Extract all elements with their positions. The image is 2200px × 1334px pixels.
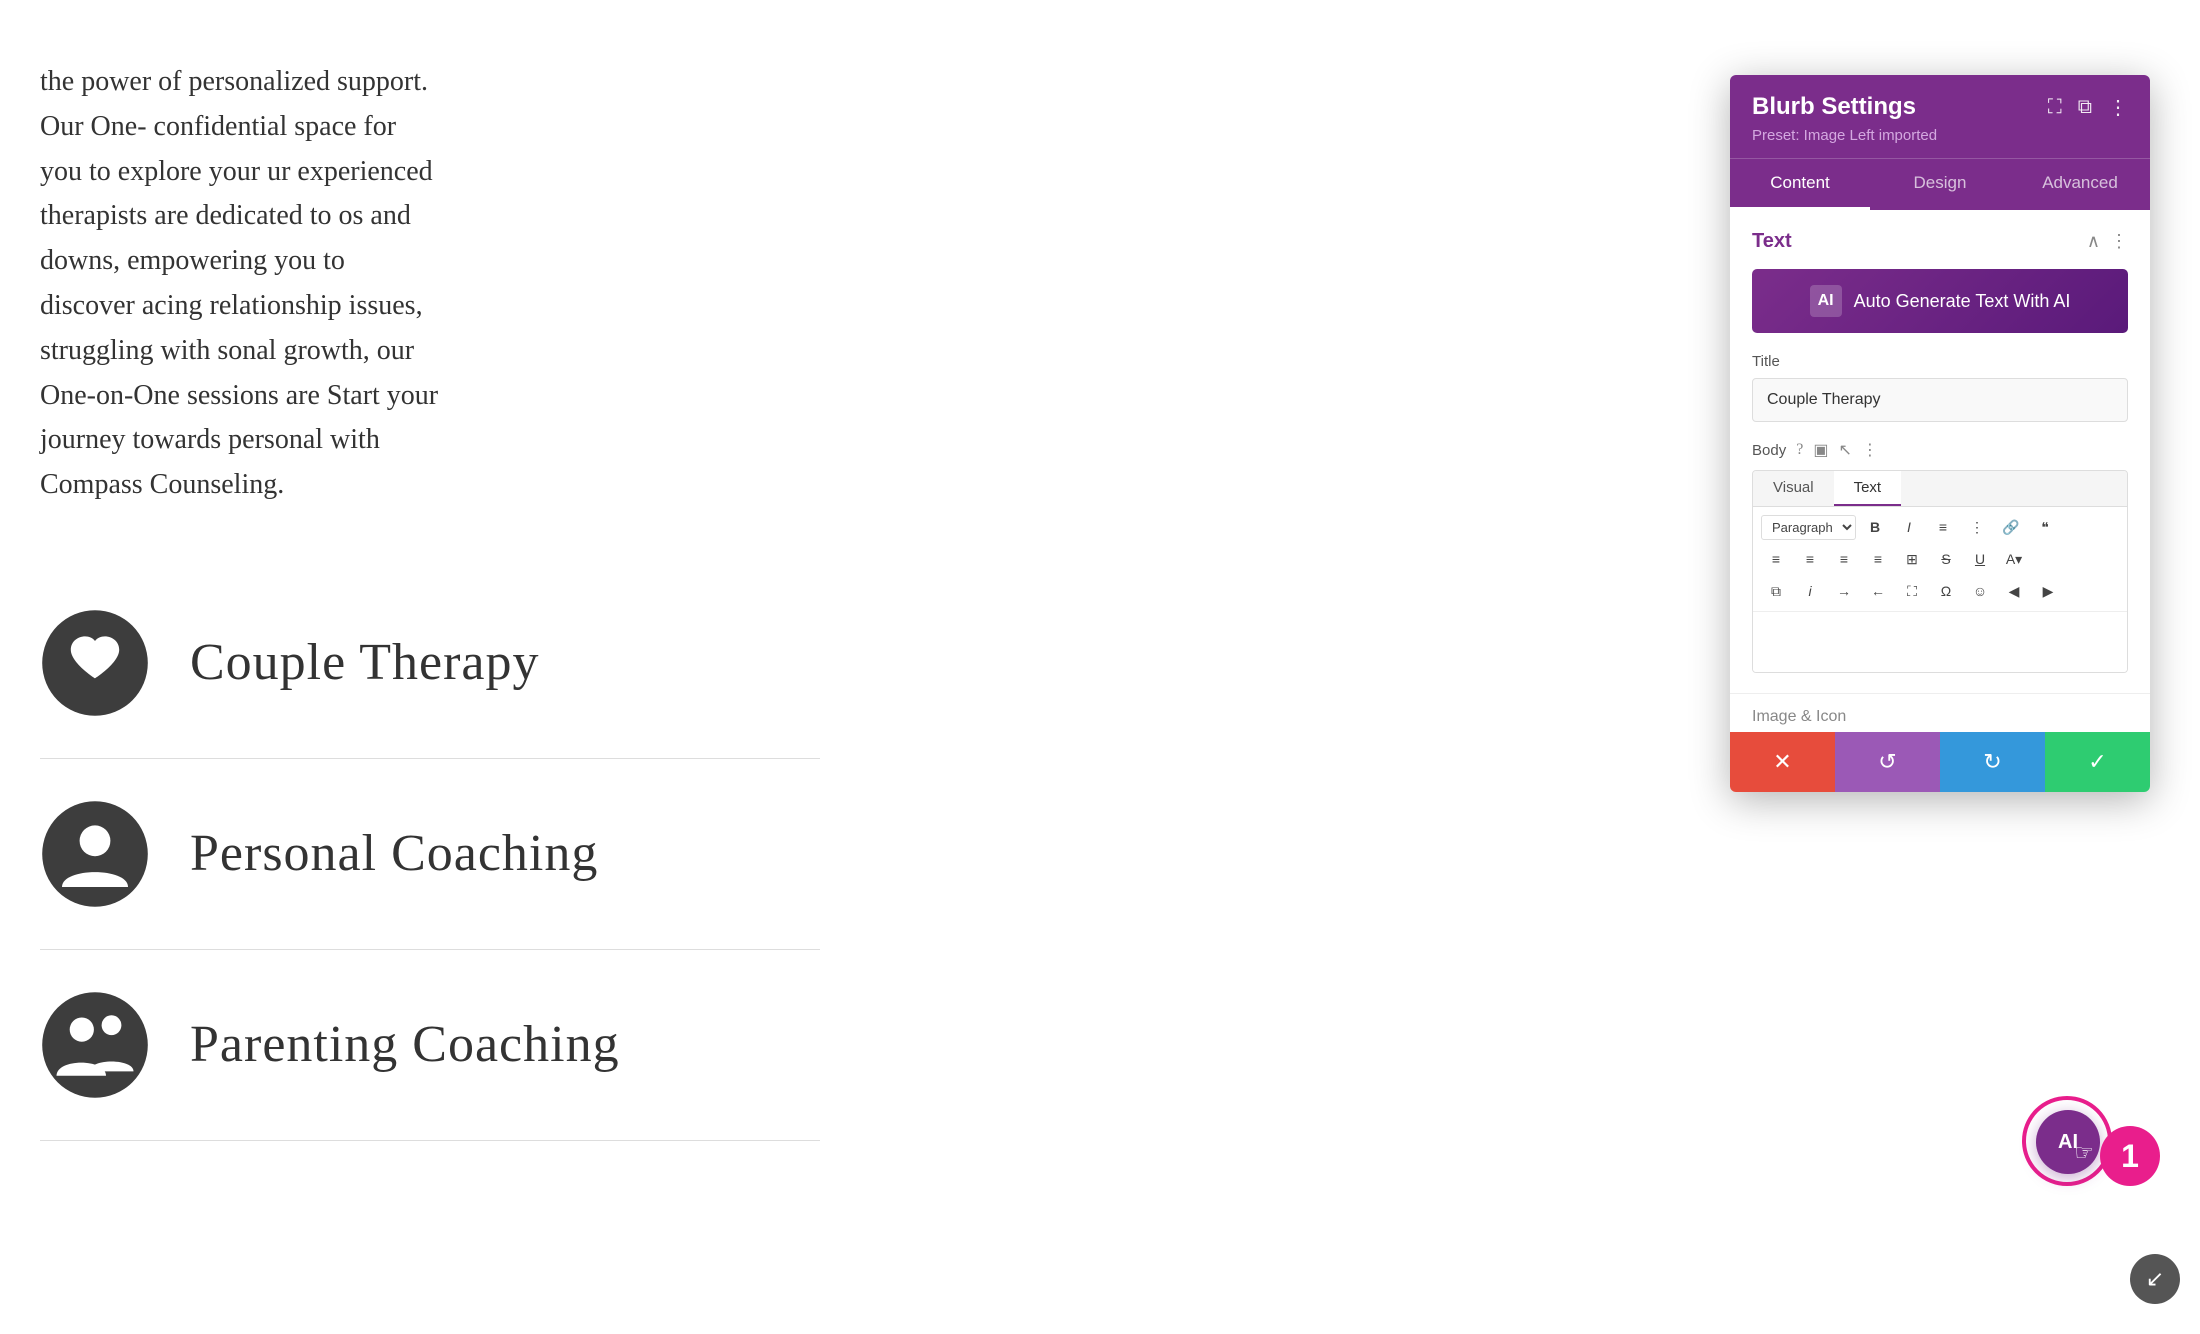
body-toolbar: Body ? ▣ ↖ ⋮ <box>1752 440 2128 460</box>
editor-tab-bar: Visual Text <box>1753 471 2127 507</box>
drag-handle[interactable]: ↙ <box>2130 1254 2180 1304</box>
body-help-icon[interactable]: ? <box>1796 441 1803 459</box>
personal-coaching-icon <box>40 799 150 909</box>
image-icon-section-hint: Image & Icon <box>1730 693 2150 732</box>
service-item-couple-therapy: Couple Therapy <box>40 568 820 759</box>
fullscreen-icon[interactable]: ⛶ <box>2048 96 2062 119</box>
tab-advanced[interactable]: Advanced <box>2010 159 2150 210</box>
text-section-header: Text ∧ ⋮ <box>1752 230 2128 253</box>
emoji-button[interactable]: ☺ <box>1965 577 1995 605</box>
underline-button[interactable]: U <box>1965 545 1995 573</box>
body-more-icon[interactable]: ⋮ <box>1862 440 1878 460</box>
body-text: the power of personalized support. Our O… <box>40 60 440 508</box>
cancel-button[interactable]: ✕ <box>1730 732 1835 792</box>
quote-button[interactable]: ❝ <box>2030 513 2060 541</box>
more-icon[interactable]: ⋮ <box>2108 95 2128 120</box>
blurb-settings-panel: Blurb Settings ⛶ ⧉ ⋮ Preset: Image Left … <box>1730 75 2150 792</box>
parenting-coaching-icon <box>40 990 150 1100</box>
tab-content[interactable]: Content <box>1730 159 1870 210</box>
toolbar-row-3: ⧉ i → ← ⛶ Ω ☺ ◀ ▶ <box>1761 577 2119 605</box>
text-section-title: Text <box>1752 230 1792 253</box>
step-badge: 1 <box>2100 1126 2160 1186</box>
panel-tabs: Content Design Advanced <box>1730 158 2150 210</box>
editor-tab-text[interactable]: Text <box>1834 471 1902 506</box>
cursor-pointer-icon: ☞ <box>2074 1140 2094 1166</box>
panel-body: Text ∧ ⋮ AI Auto Generate Text With AI T… <box>1730 210 2150 693</box>
personal-coaching-label: Personal Coaching <box>190 824 598 883</box>
ai-button-icon: AI <box>1810 285 1842 317</box>
reset-button[interactable]: ↺ <box>1835 732 1940 792</box>
ai-generate-button[interactable]: AI Auto Generate Text With AI <box>1752 269 2128 333</box>
ai-button-label: Auto Generate Text With AI <box>1854 291 2071 312</box>
align-left-button[interactable]: ≡ <box>1761 545 1791 573</box>
color-button[interactable]: A▾ <box>1999 545 2029 573</box>
panel-footer: ✕ ↺ ↻ ✓ <box>1730 732 2150 792</box>
italic-button[interactable]: I <box>1894 513 1924 541</box>
redo-button[interactable]: ↻ <box>1940 732 2045 792</box>
editor-container: Visual Text Paragraph Heading 1 Heading … <box>1752 470 2128 673</box>
service-list: Couple Therapy Personal Coaching <box>40 568 820 1141</box>
unordered-list-button[interactable]: ≡ <box>1928 513 1958 541</box>
align-center-button[interactable]: ≡ <box>1795 545 1825 573</box>
ordered-list-button[interactable]: ⋮ <box>1962 513 1992 541</box>
bold-button[interactable]: B <box>1860 513 1890 541</box>
service-item-personal-coaching: Personal Coaching <box>40 759 820 950</box>
title-input[interactable] <box>1752 378 2128 422</box>
title-field-label: Title <box>1752 353 2128 370</box>
toolbar-row-1: Paragraph Heading 1 Heading 2 B I ≡ ⋮ 🔗 … <box>1761 513 2119 541</box>
fullscreen-editor-button[interactable]: ⛶ <box>1897 577 1927 605</box>
italic2-button[interactable]: i <box>1795 577 1825 605</box>
align-justify-button[interactable]: ≡ <box>1863 545 1893 573</box>
editor-toolbar: Paragraph Heading 1 Heading 2 B I ≡ ⋮ 🔗 … <box>1753 507 2127 612</box>
panel-header-icons: ⛶ ⧉ ⋮ <box>2048 95 2128 120</box>
panel-header: Blurb Settings ⛶ ⧉ ⋮ Preset: Image Left … <box>1730 75 2150 158</box>
confirm-button[interactable]: ✓ <box>2045 732 2150 792</box>
body-mobile-icon[interactable]: ▣ <box>1813 440 1828 460</box>
editor-content[interactable] <box>1753 612 2127 672</box>
strikethrough-button[interactable]: S <box>1931 545 1961 573</box>
panel-preset-label: Preset: Image Left imported <box>1752 127 2128 144</box>
left-content-area: the power of personalized support. Our O… <box>0 0 860 1334</box>
couple-therapy-label: Couple Therapy <box>190 633 540 692</box>
undo-button[interactable]: ◀ <box>1999 577 2029 605</box>
indent-button[interactable]: → <box>1829 577 1859 605</box>
paragraph-select[interactable]: Paragraph Heading 1 Heading 2 <box>1761 515 1856 540</box>
body-label: Body <box>1752 442 1786 459</box>
couple-therapy-icon <box>40 608 150 718</box>
toolbar-row-2: ≡ ≡ ≡ ≡ ⊞ S U A▾ <box>1761 545 2119 573</box>
body-cursor-icon[interactable]: ↖ <box>1838 440 1851 460</box>
parenting-coaching-label: Parenting Coaching <box>190 1015 620 1074</box>
tab-design[interactable]: Design <box>1870 159 2010 210</box>
split-icon[interactable]: ⧉ <box>2078 96 2092 119</box>
link-button[interactable]: 🔗 <box>1996 513 2026 541</box>
align-right-button[interactable]: ≡ <box>1829 545 1859 573</box>
editor-tab-visual[interactable]: Visual <box>1753 471 1834 506</box>
outdent-button[interactable]: ← <box>1863 577 1893 605</box>
service-item-parenting-coaching: Parenting Coaching <box>40 950 820 1141</box>
redo-button[interactable]: ▶ <box>2033 577 2063 605</box>
table-button[interactable]: ⊞ <box>1897 545 1927 573</box>
section-options-icon[interactable]: ⋮ <box>2110 231 2128 252</box>
collapse-icon[interactable]: ∧ <box>2087 231 2100 252</box>
panel-title: Blurb Settings <box>1752 93 1916 121</box>
copy-button[interactable]: ⧉ <box>1761 577 1791 605</box>
omega-button[interactable]: Ω <box>1931 577 1961 605</box>
